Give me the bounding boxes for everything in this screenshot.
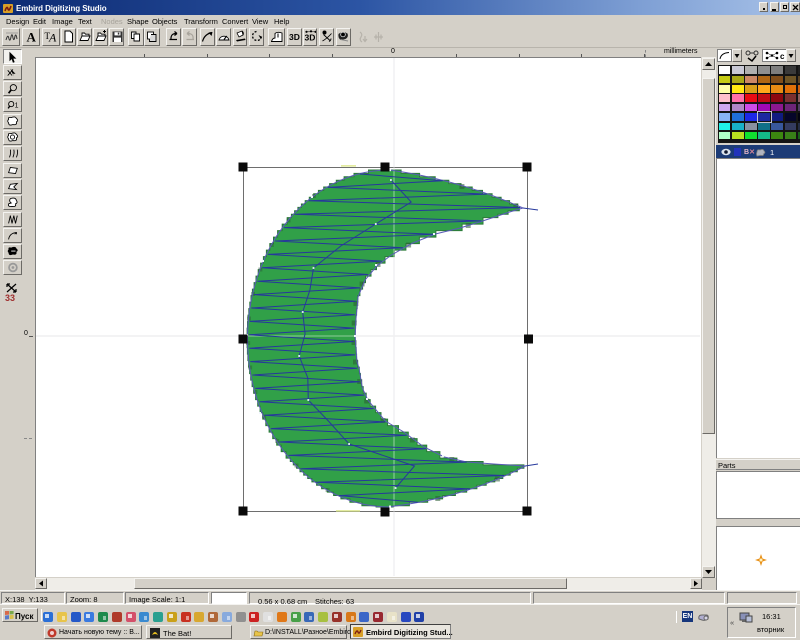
svg-text:c: c <box>780 52 785 61</box>
svg-text:A: A <box>48 31 57 45</box>
svg-text:A: A <box>26 30 36 45</box>
svg-text:3D: 3D <box>289 32 300 42</box>
svg-text:3D: 3D <box>304 33 315 43</box>
svg-text:1: 1 <box>15 103 19 110</box>
